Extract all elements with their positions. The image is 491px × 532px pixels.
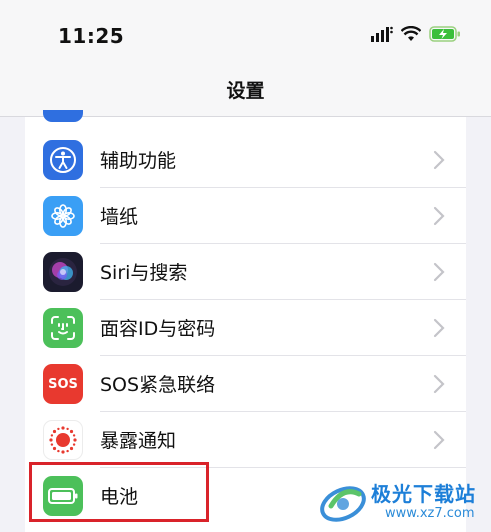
chevron-right-icon — [433, 318, 445, 338]
chevron-right-icon — [433, 206, 445, 226]
watermark-logo-icon — [320, 486, 366, 522]
highlight-box — [29, 462, 209, 522]
settings-row-exposure-notifications[interactable]: 暴露通知 — [25, 412, 466, 468]
settings-row-face-id[interactable]: 面容ID与密码 — [25, 300, 466, 356]
wallpaper-icon — [43, 196, 83, 236]
settings-row-label: 暴露通知 — [100, 430, 177, 452]
settings-row-label: SOS紧急联络 — [100, 374, 216, 396]
battery-charging-icon — [429, 26, 460, 42]
settings-row-accessibility[interactable]: 辅助功能 — [25, 132, 466, 188]
chevron-right-icon — [433, 262, 445, 282]
settings-row-label: 辅助功能 — [100, 150, 177, 172]
status-time: 11:25 — [58, 24, 125, 48]
siri-icon — [43, 252, 83, 292]
settings-row-label: Siri与搜索 — [100, 262, 188, 284]
watermark-text: 极光下载站 — [371, 482, 476, 506]
sos-icon: SOS — [43, 364, 83, 404]
status-icons — [371, 26, 461, 42]
settings-row-emergency-sos[interactable]: SOS SOS紧急联络 — [25, 356, 466, 412]
chevron-right-icon — [433, 374, 445, 394]
chevron-right-icon — [433, 150, 445, 170]
page-title: 设置 — [226, 80, 265, 102]
settings-row-siri[interactable]: Siri与搜索 — [25, 244, 466, 300]
accessibility-icon — [43, 140, 83, 180]
settings-row-label: 墙纸 — [100, 206, 139, 228]
partial-row-icon — [43, 110, 83, 122]
settings-row-label: 面容ID与密码 — [100, 318, 216, 340]
status-bar: 11:25 — [0, 0, 491, 66]
cellular-signal-icon — [371, 26, 393, 42]
watermark-url: www.xz7.com — [385, 506, 475, 521]
settings-row-wallpaper[interactable]: 墙纸 — [25, 188, 466, 244]
chevron-right-icon — [433, 430, 445, 450]
face-id-icon — [43, 308, 83, 348]
watermark: 极光下载站 www.xz7.com — [315, 474, 485, 530]
exposure-icon — [43, 420, 83, 460]
wifi-icon — [401, 26, 421, 41]
sos-icon-text: SOS — [48, 376, 78, 392]
